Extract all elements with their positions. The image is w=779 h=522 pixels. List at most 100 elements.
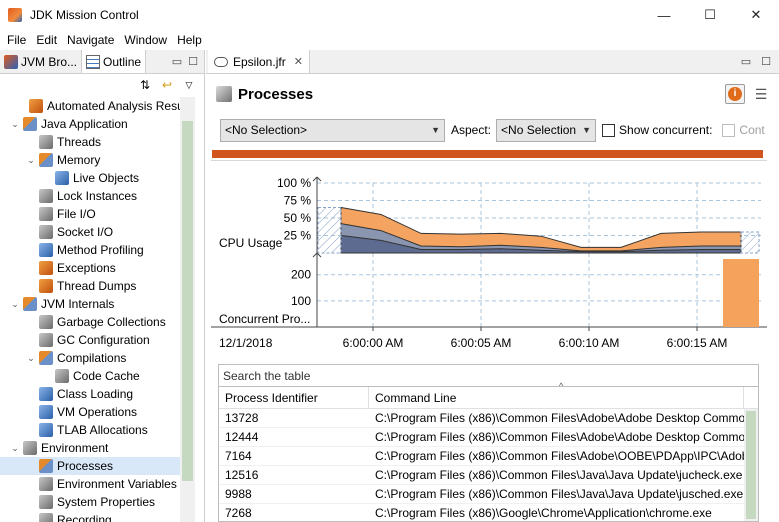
- tree-item-jvm-internals[interactable]: ⌄ JVM Internals: [0, 295, 180, 313]
- processes-chart[interactable]: 100 % 75 % 50 % 25 % 200 100 CPU Usage Concurre…: [211, 160, 767, 356]
- tree-item-system-properties[interactable]: System Properties: [0, 493, 180, 511]
- collapse-all-icon[interactable]: ↩: [160, 78, 174, 92]
- table-row[interactable]: 7268 C:\Program Files (x86)\Google\Chrome…: [219, 504, 744, 522]
- tree-item-icon: [39, 315, 53, 329]
- tree-item-thread-dumps[interactable]: Thread Dumps: [0, 277, 180, 295]
- concurrent-y-tick-label: 100: [291, 294, 311, 308]
- search-input[interactable]: [219, 365, 758, 387]
- expand-chevron-icon[interactable]: ⌄: [26, 155, 36, 166]
- tree-item-label: Exceptions: [57, 261, 116, 275]
- chevron-down-icon: ▼: [431, 125, 440, 135]
- tree-item-java-application[interactable]: ⌄ Java Application: [0, 115, 180, 133]
- tree-item-label: Method Profiling: [57, 243, 144, 257]
- tree-item-memory[interactable]: ⌄ Memory: [0, 151, 180, 169]
- selector-row: <No Selection> ▼ Aspect: <No Selection ▼…: [210, 118, 779, 142]
- expand-chevron-icon[interactable]: ⌄: [10, 443, 20, 454]
- tree-item-automated-analysis-resu[interactable]: Automated Analysis Resu: [0, 97, 180, 115]
- out-of-range-left: [317, 207, 342, 254]
- menu-help[interactable]: Help: [172, 33, 207, 47]
- tree-item-exceptions[interactable]: Exceptions: [0, 259, 180, 277]
- tab-jvm-browser[interactable]: JVM Bro...: [0, 50, 83, 73]
- table-row[interactable]: 9988 C:\Program Files (x86)\Common Files\…: [219, 485, 744, 504]
- tree-item-icon: [39, 477, 53, 491]
- x-tick-label: 6:00:05 AM: [451, 336, 512, 350]
- aspect-combo[interactable]: <No Selection ▼: [496, 118, 597, 142]
- tree-scrollbar[interactable]: [180, 97, 195, 522]
- selection-combo[interactable]: <No Selection> ▼: [220, 118, 445, 142]
- table-row[interactable]: 13728 C:\Program Files (x86)\Common Files…: [219, 409, 744, 428]
- close-button[interactable]: ✕: [733, 0, 779, 30]
- close-tab-icon[interactable]: ✕: [294, 55, 303, 68]
- tree-item-icon: [39, 333, 53, 347]
- tab-epsilon-jfr[interactable]: Epsilon.jfr ✕: [208, 50, 310, 73]
- tree-item-lock-instances[interactable]: Lock Instances: [0, 187, 180, 205]
- tree-item-threads[interactable]: Threads: [0, 133, 180, 151]
- tree-item-processes[interactable]: Processes: [0, 457, 180, 475]
- maximize-button[interactable]: ☐: [687, 0, 733, 30]
- tree-item-garbage-collections[interactable]: Garbage Collections: [0, 313, 180, 331]
- view-menu-icon[interactable]: ▽: [182, 78, 196, 92]
- concurrent-bar: [723, 259, 759, 327]
- tree-item-tlab-allocations[interactable]: TLAB Allocations: [0, 421, 180, 439]
- tab-outline-label: Outline: [103, 54, 142, 69]
- expand-chevron-icon[interactable]: ⌄: [10, 119, 20, 130]
- tree-item-environment-variables[interactable]: Environment Variables: [0, 475, 180, 493]
- tree-item-compilations[interactable]: ⌄ Compilations: [0, 349, 180, 367]
- x-tick-label: 6:00:15 AM: [667, 336, 728, 350]
- show-info-button[interactable]: i: [725, 84, 745, 104]
- tree-item-icon: [39, 207, 53, 221]
- maximize-editor-icon[interactable]: ☐: [761, 55, 771, 68]
- tree-item-code-cache[interactable]: Code Cache: [0, 367, 180, 385]
- column-process-identifier[interactable]: Process Identifier: [219, 387, 369, 408]
- expand-chevron-icon[interactable]: ⌄: [10, 299, 20, 310]
- menu-window[interactable]: Window: [119, 33, 172, 47]
- tree-item-icon: [23, 297, 37, 311]
- tree-item-recording[interactable]: Recording: [0, 511, 180, 522]
- column-command-line[interactable]: Command Line ^: [369, 381, 744, 408]
- menu-navigate[interactable]: Navigate: [62, 33, 119, 47]
- cont-checkbox[interactable]: [722, 123, 736, 137]
- table-scrollbar-thumb[interactable]: [746, 411, 756, 519]
- tree-item-vm-operations[interactable]: VM Operations: [0, 403, 180, 421]
- menu-edit[interactable]: Edit: [31, 33, 62, 47]
- tree-item-environment[interactable]: ⌄ Environment: [0, 439, 180, 457]
- tree-item-method-profiling[interactable]: Method Profiling: [0, 241, 180, 259]
- tree-item-live-objects[interactable]: Live Objects: [0, 169, 180, 187]
- tree-item-gc-configuration[interactable]: GC Configuration: [0, 331, 180, 349]
- expand-chevron-icon[interactable]: ⌄: [26, 353, 36, 364]
- sort-icon[interactable]: ⇅: [138, 78, 152, 92]
- tree-item-label: Thread Dumps: [57, 279, 137, 293]
- processes-icon: [216, 86, 232, 102]
- page-menu-icon[interactable]: ☰: [751, 84, 771, 104]
- window-title: JDK Mission Control: [30, 8, 139, 22]
- tree-item-file-i-o[interactable]: File I/O: [0, 205, 180, 223]
- table-row[interactable]: 12444 C:\Program Files (x86)\Common Files…: [219, 428, 744, 447]
- tree-item-class-loading[interactable]: Class Loading: [0, 385, 180, 403]
- timeline-range-bar[interactable]: [212, 150, 763, 158]
- left-panel: JVM Bro... Outline ▭ ☐ ⇅ ↩ ▽ Automated A…: [0, 50, 205, 522]
- tree-item-label: File I/O: [57, 207, 96, 221]
- tree-item-label: Environment Variables: [57, 477, 177, 491]
- table-row[interactable]: 12516 C:\Program Files (x86)\Common Files…: [219, 466, 744, 485]
- menu-file[interactable]: File: [2, 33, 31, 47]
- tree-item-label: Automated Analysis Resu: [47, 99, 180, 113]
- cell-command-line: C:\Program Files (x86)\Common Files\Adob…: [375, 449, 744, 463]
- jvm-browser-icon: [4, 54, 18, 69]
- tab-outline[interactable]: Outline: [82, 50, 147, 73]
- tree-item-label: Threads: [57, 135, 102, 149]
- tree-item-icon: [23, 441, 37, 455]
- tree-item-socket-i-o[interactable]: Socket I/O: [0, 223, 180, 241]
- tree-item-label: Live Objects: [73, 171, 140, 185]
- minimize-editor-icon[interactable]: ▭: [741, 55, 751, 68]
- tree-item-icon: [39, 459, 53, 473]
- table-row[interactable]: 7164 C:\Program Files (x86)\Common Files\…: [219, 447, 744, 466]
- show-concurrent-checkbox[interactable]: [602, 123, 616, 137]
- tree-item-label: Environment: [41, 441, 109, 455]
- x-tick-label: 12/1/2018: [219, 336, 273, 350]
- table-scrollbar[interactable]: [744, 409, 758, 521]
- cell-process-identifier: 9988: [225, 487, 252, 501]
- minimize-button[interactable]: —: [641, 0, 687, 30]
- maximize-view-icon[interactable]: ☐: [188, 55, 198, 68]
- tree-scrollbar-thumb[interactable]: [182, 121, 193, 481]
- minimize-view-icon[interactable]: ▭: [172, 55, 182, 68]
